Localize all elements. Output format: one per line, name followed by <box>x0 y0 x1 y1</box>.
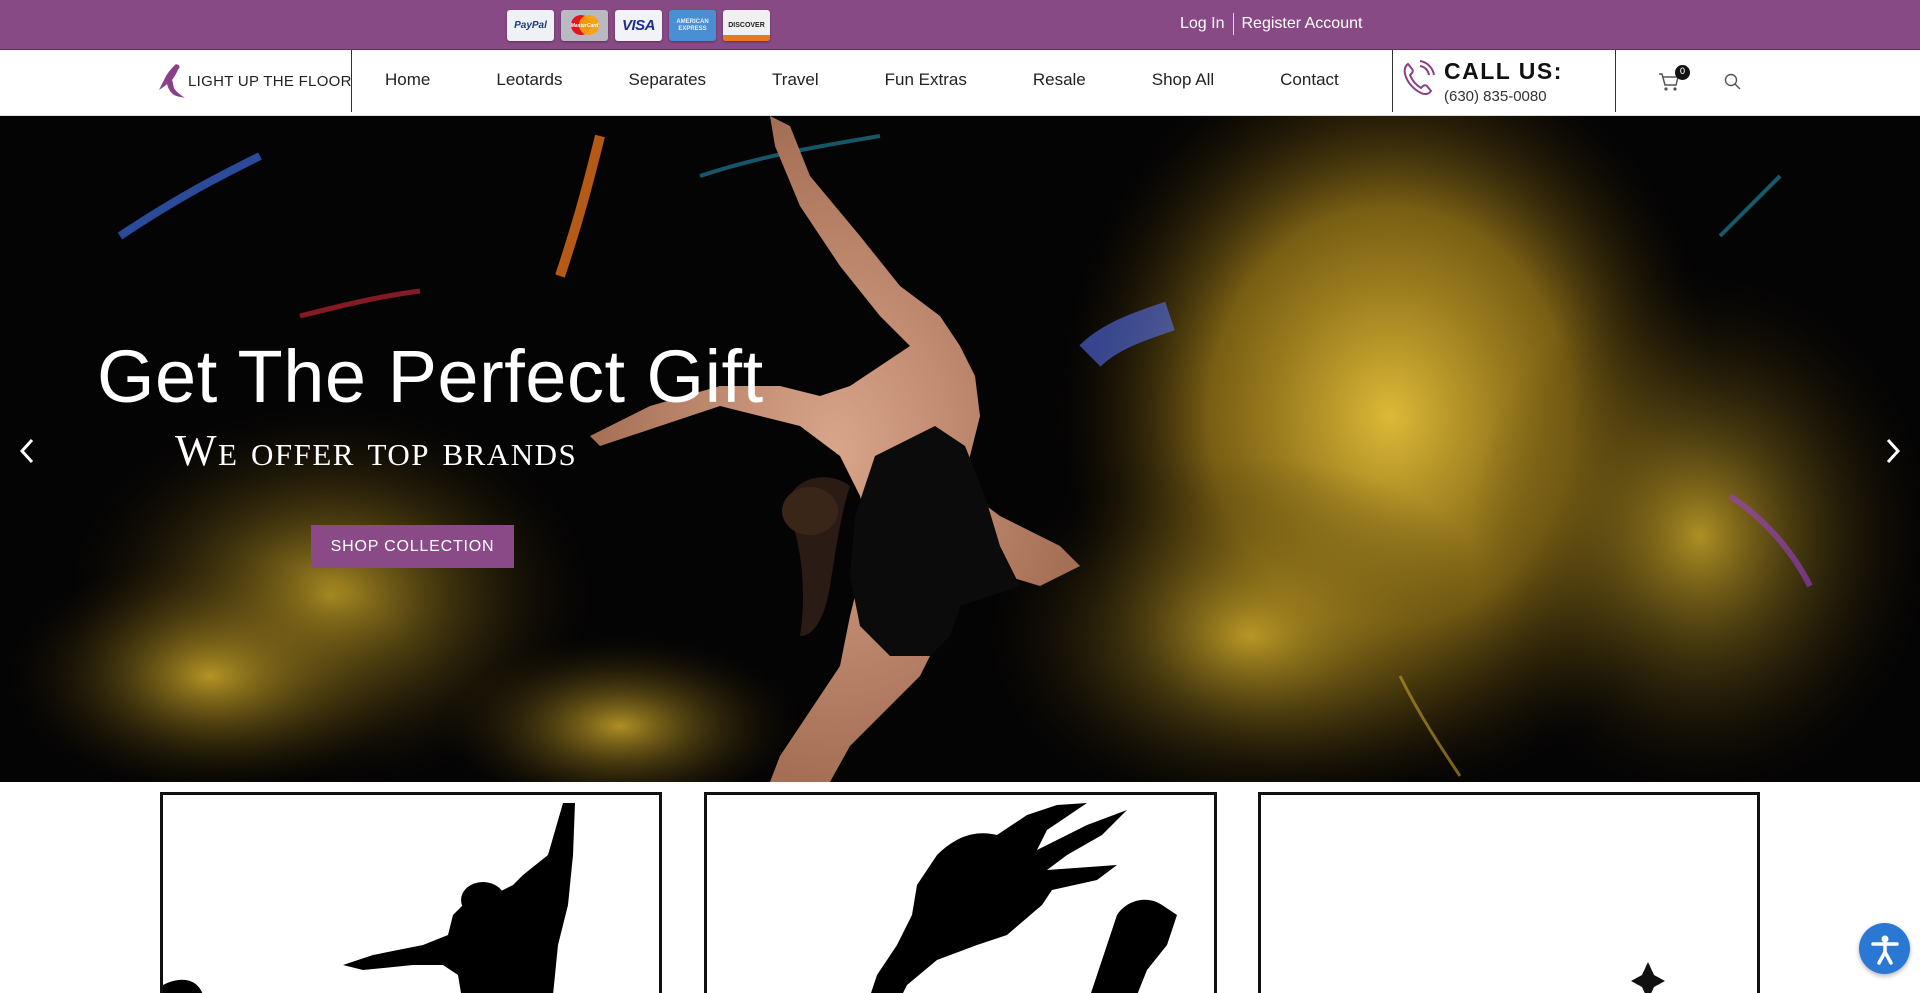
hero-slider: Get The Perfect Gift We offer top brands… <box>0 116 1920 782</box>
sparkle-icon <box>1631 962 1665 993</box>
phone-number[interactable]: (630) 835-0080 <box>1444 88 1563 105</box>
call-us[interactable]: CALL US: (630) 835-0080 <box>1400 58 1563 105</box>
hero-subtitle: We offer top brands <box>175 426 578 475</box>
accessibility-icon <box>1870 935 1899 965</box>
nav-item-fun-extras[interactable]: Fun Extras <box>852 70 1000 90</box>
call-title: CALL US: <box>1444 58 1563 84</box>
divider <box>1615 50 1616 112</box>
nav-item-resale[interactable]: Resale <box>1000 70 1119 90</box>
payment-methods: PayPal MasterCard VISA AMERICAN EXPRESS … <box>507 10 770 41</box>
nav-item-shop-all[interactable]: Shop All <box>1119 70 1247 90</box>
amex-label: AMERICAN EXPRESS <box>676 18 709 32</box>
cart-count-badge: 0 <box>1675 65 1690 80</box>
paypal-label: PayPal <box>514 20 547 31</box>
accessibility-button[interactable] <box>1859 923 1910 974</box>
dancer-silhouette-image <box>871 803 1177 993</box>
dancer-logo-icon <box>159 64 185 98</box>
search-button[interactable] <box>1724 73 1741 94</box>
nav-item-home[interactable]: Home <box>352 70 463 90</box>
hero-title: Get The Perfect Gift <box>97 335 764 418</box>
shop-collection-button[interactable]: SHOP COLLECTION <box>311 525 514 568</box>
site-header: LIGHT UP THE FLOOR Home Leotards Separat… <box>0 50 1920 116</box>
chevron-right-icon <box>1886 438 1901 464</box>
top-bar: PayPal MasterCard VISA AMERICAN EXPRESS … <box>0 0 1920 50</box>
account-links: Log In Register Account <box>1180 13 1362 35</box>
visa-label: VISA <box>621 17 656 34</box>
category-tile[interactable] <box>160 792 662 993</box>
category-tiles <box>0 782 1920 993</box>
discover-label: DISCOVER <box>728 22 765 29</box>
nav-item-contact[interactable]: Contact <box>1247 70 1372 90</box>
category-tile[interactable] <box>704 792 1217 993</box>
mastercard-icon: MasterCard <box>561 10 608 41</box>
paypal-icon: PayPal <box>507 10 554 41</box>
register-link[interactable]: Register Account <box>1241 15 1362 33</box>
discover-icon: DISCOVER <box>723 10 770 41</box>
logo[interactable]: LIGHT UP THE FLOOR <box>156 62 352 100</box>
dancer-silhouette-image <box>163 803 575 993</box>
mastercard-label: MasterCard <box>570 22 599 29</box>
login-link[interactable]: Log In <box>1180 15 1224 33</box>
category-tile[interactable] <box>1258 792 1760 993</box>
phone-icon <box>1403 60 1435 96</box>
visa-icon: VISA <box>615 10 662 41</box>
divider <box>1233 13 1235 35</box>
logo-text: LIGHT UP THE FLOOR <box>188 72 352 90</box>
nav-item-separates[interactable]: Separates <box>596 70 740 90</box>
cart-button[interactable]: 0 <box>1658 65 1690 96</box>
search-icon <box>1724 73 1741 90</box>
divider <box>1392 50 1393 112</box>
american-express-icon: AMERICAN EXPRESS <box>669 10 716 41</box>
nav-item-leotards[interactable]: Leotards <box>463 70 595 90</box>
chevron-left-icon <box>19 438 34 464</box>
main-nav: Home Leotards Separates Travel Fun Extra… <box>352 70 1372 90</box>
call-text: CALL US: (630) 835-0080 <box>1444 58 1563 105</box>
nav-item-travel[interactable]: Travel <box>739 70 852 90</box>
slider-prev-button[interactable] <box>12 431 42 471</box>
slider-next-button[interactable] <box>1878 431 1908 471</box>
